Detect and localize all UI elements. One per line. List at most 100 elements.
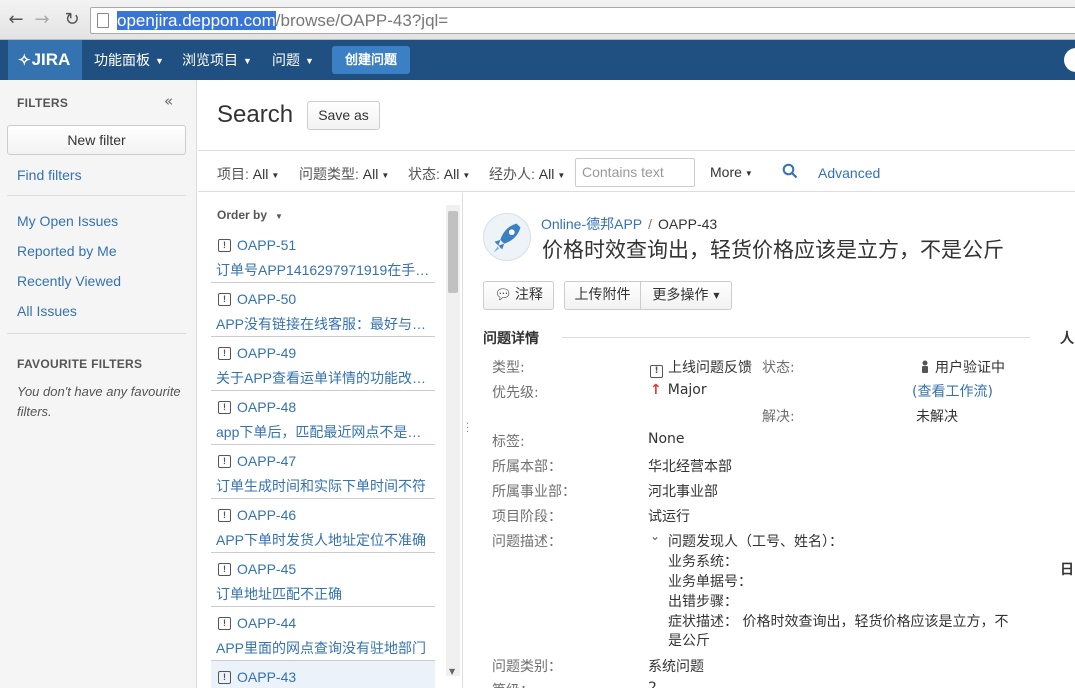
issue-key-link[interactable]: OAPP-43 [658, 216, 717, 232]
save-as-button[interactable]: Save as [307, 101, 380, 130]
status-value-text: 用户验证中 [935, 360, 1005, 376]
order-by-control[interactable]: Order by ▼ [217, 208, 283, 222]
menu-projects[interactable]: 浏览项目 ▼ [182, 40, 252, 80]
list-item[interactable]: ! OAPP-51 订单号APP1416297971919在手… [211, 229, 435, 283]
issue-summary: APP下单时发货人地址定位不准确 [216, 532, 427, 548]
collapse-sidebar-icon[interactable]: « [164, 92, 173, 110]
division-value: 河北事业部 [648, 484, 718, 500]
view-workflow-link[interactable]: (查看工作流) [912, 381, 993, 401]
jira-logo[interactable]: ✧JIRA [8, 40, 82, 80]
reload-icon[interactable]: ↻ [60, 8, 84, 32]
description-line: 症状描述： 价格时效查询出，轻货价格应该是立方，不 [668, 614, 1009, 630]
hq-label: 所属本部： [492, 459, 562, 475]
chevron-down-icon[interactable]: ⌄ [650, 529, 660, 543]
issue-type-icon: ! [218, 239, 231, 252]
contains-text-input[interactable]: Contains text [575, 158, 695, 187]
chevron-down-icon: ▼ [271, 170, 280, 180]
level-label: 等级： [492, 680, 534, 688]
new-filter-button[interactable]: New filter [7, 125, 186, 155]
jira-header: ✧JIRA 功能面板 ▼ 浏览项目 ▼ 问题 ▼ [0, 40, 1075, 80]
details-heading: 问题详情 [483, 331, 539, 347]
attach-files-button[interactable]: 上传附件 [564, 281, 641, 310]
list-item[interactable]: ! OAPP-48 app下单后，匹配最近网点不是… [211, 391, 435, 445]
filter-all-issues[interactable]: All Issues [17, 303, 77, 319]
back-arrow-icon[interactable]: ← [4, 8, 28, 32]
advanced-search-link[interactable]: Advanced [818, 165, 880, 181]
find-filters-link[interactable]: Find filters [17, 167, 82, 183]
criteria-value: All [252, 166, 269, 182]
category-label: 问题类别： [492, 659, 562, 675]
rocket-icon [483, 213, 531, 261]
filter-recently-viewed[interactable]: Recently Viewed [17, 273, 121, 289]
jira-logo-text: JIRA [31, 50, 71, 69]
details-divider [562, 337, 1030, 338]
breadcrumb-separator: / [648, 216, 653, 232]
division-label: 所属事业部： [492, 484, 576, 500]
url-path: /browse/OAPP-43?jql= [275, 11, 449, 30]
issue-key: OAPP-48 [237, 399, 297, 415]
list-item[interactable]: ! OAPP-46 APP下单时发货人地址定位不准确 [211, 499, 435, 553]
address-bar[interactable]: openjira.deppon.com/browse/OAPP-43?jql= [90, 7, 1075, 34]
favourite-filters-empty: You don't have any favourite filters. [17, 384, 181, 419]
filter-my-open-issues[interactable]: My Open Issues [17, 213, 118, 229]
list-item-selected[interactable]: ! OAPP-43 [211, 661, 435, 688]
project-link[interactable]: Online-德邦APP [541, 216, 642, 232]
labels-label: 标签: [492, 434, 525, 450]
menu-issues[interactable]: 问题 ▼ [272, 40, 314, 80]
priority-value: ↑ Major [650, 382, 707, 398]
search-icon[interactable] [782, 163, 798, 179]
more-actions-button[interactable]: 更多操作 ▼ [640, 281, 732, 310]
chevron-down-icon: ▼ [462, 170, 471, 180]
description-line: 是公斤 [668, 633, 710, 649]
description-line: 业务单据号： [668, 574, 752, 590]
resolution-value: 未解决 [916, 409, 958, 425]
browser-toolbar: ← → ↻ openjira.deppon.com/browse/OAPP-43… [0, 0, 1075, 40]
menu-dashboards[interactable]: 功能面板 ▼ [94, 40, 164, 80]
chevron-down-icon: ▼ [713, 291, 720, 300]
type-label: 类型: [492, 360, 525, 376]
issue-key: OAPP-47 [237, 453, 297, 469]
issue-title: 价格时效查询出，轻货价格应该是立方，不是公斤 [542, 238, 1004, 262]
issue-type-icon: ! [218, 563, 231, 576]
scroll-down-icon[interactable]: ▼ [449, 667, 455, 676]
criteria-assignee[interactable]: 经办人: All ▼ [489, 164, 565, 184]
comment-label: 注释 [514, 287, 543, 303]
forward-arrow-icon[interactable]: → [30, 8, 54, 32]
create-issue-button[interactable]: 创建问题 [332, 46, 410, 74]
more-criteria-button[interactable]: More ▼ [710, 164, 753, 180]
people-heading: 人 [1060, 331, 1074, 347]
criteria-label: 问题类型: [299, 166, 359, 182]
sidebar-divider [7, 333, 186, 334]
priority-label: 优先级: [492, 385, 539, 401]
list-item[interactable]: ! OAPP-44 APP里面的网点查询没有驻地部门 [211, 607, 435, 661]
issue-key: OAPP-50 [237, 291, 297, 307]
filter-reported-by-me[interactable]: Reported by Me [17, 243, 117, 259]
list-item[interactable]: ! OAPP-47 订单生成时间和实际下单时间不符 [211, 445, 435, 499]
issue-key: OAPP-49 [237, 345, 297, 361]
list-scrollbar[interactable]: ▼ [446, 205, 460, 676]
list-item[interactable]: ! OAPP-50 APP没有链接在线客服：最好与… [211, 283, 435, 337]
url-text[interactable]: openjira.deppon.com/browse/OAPP-43?jql= [117, 11, 448, 31]
issue-key: OAPP-46 [237, 507, 297, 523]
list-item[interactable]: ! OAPP-49 关于APP查看运单详情的功能改… [211, 337, 435, 391]
menu-issues-label: 问题 [272, 52, 300, 68]
scrollbar-thumb[interactable] [448, 211, 458, 293]
search-criteria-bar: 项目: All ▼ 问题类型: All ▼ 状态: All ▼ 经办人: All ▼ C… [198, 150, 1075, 192]
criteria-status[interactable]: 状态: All ▼ [408, 164, 470, 184]
criteria-issue-type[interactable]: 问题类型: All ▼ [299, 164, 389, 184]
filters-heading: FILTERS [17, 96, 69, 110]
labels-value: None [648, 431, 685, 447]
description-line: 出错步骤： [668, 594, 738, 610]
issue-summary: 订单生成时间和实际下单时间不符 [216, 478, 426, 494]
person-icon [922, 360, 928, 373]
criteria-label: 经办人: [489, 166, 535, 182]
breadcrumb: Online-德邦APP / OAPP-43 [541, 214, 717, 234]
filters-sidebar: FILTERS « New filter Find filters My Ope… [0, 80, 197, 688]
comment-button[interactable]: 💬︎ 注释 [483, 281, 554, 310]
more-label: More [710, 164, 742, 180]
list-item[interactable]: ! OAPP-45 订单地址匹配不正确 [211, 553, 435, 607]
resolution-label: 解决: [762, 409, 795, 425]
criteria-project[interactable]: 项目: All ▼ [217, 164, 279, 184]
issue-type-icon: ! [650, 365, 663, 378]
issue-key: OAPP-44 [237, 615, 297, 631]
